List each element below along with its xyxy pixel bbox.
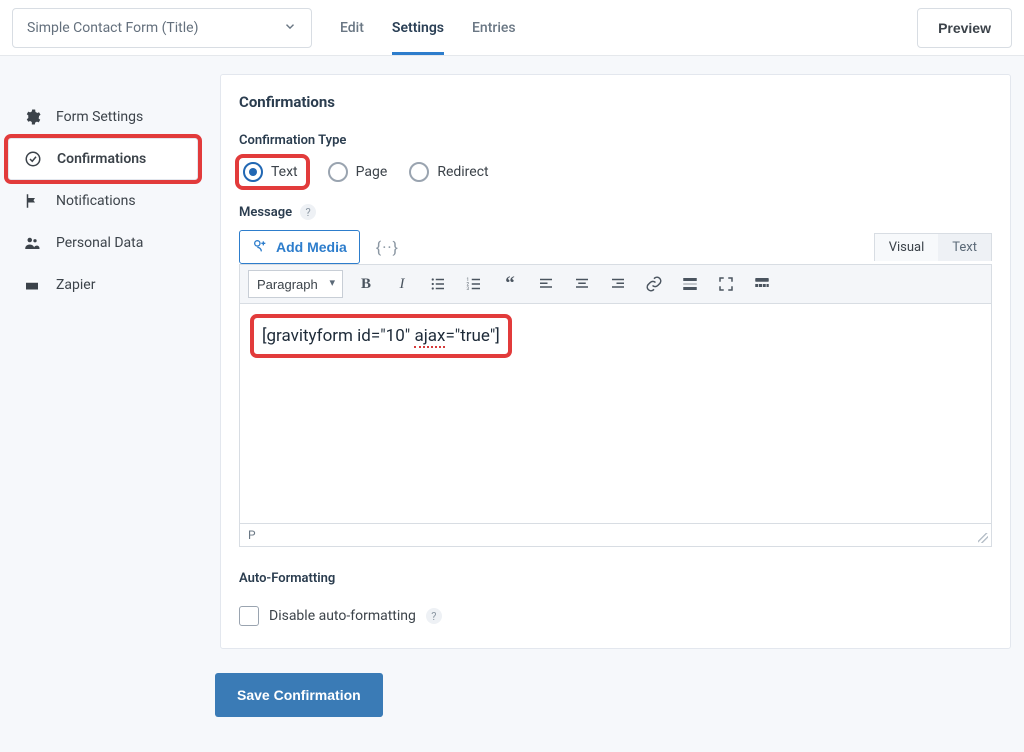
tab-settings[interactable]: Settings [392,0,444,55]
sidebar-item-form-settings[interactable]: Form Settings [8,96,198,138]
tab-edit[interactable]: Edit [340,0,364,55]
disable-autoformat-label: Disable auto-formatting [269,608,416,624]
help-icon[interactable]: ? [300,204,316,220]
bold-icon[interactable]: B [353,271,379,297]
people-icon [22,233,42,253]
save-confirmation-button[interactable]: Save Confirmation [215,673,383,717]
radio-label: Text [271,164,298,180]
confirmation-type-label: Confirmation Type [239,133,992,148]
editor-format-toolbar: Paragraph B I 123 “ [239,264,992,304]
sidebar-item-zapier[interactable]: Zapier [8,264,198,306]
radio-label: Page [356,164,388,180]
editor-mode-tabs: Visual Text [874,233,992,261]
bullet-list-icon[interactable] [425,271,451,297]
tab-entries[interactable]: Entries [472,0,516,55]
workspace: Form Settings Confirmations Notification… [0,56,1024,649]
disable-autoformat-checkbox[interactable] [239,606,259,626]
preview-button[interactable]: Preview [917,8,1012,48]
form-selector-label: Simple Contact Form (Title) [27,20,198,36]
blockquote-icon[interactable]: “ [497,271,523,297]
confirmations-panel: Confirmations Confirmation Type Text Pag… [220,74,1011,649]
sidebar-item-label: Notifications [56,193,136,209]
add-media-label: Add Media [276,239,347,255]
autoformat-heading: Auto-Formatting [239,571,992,586]
link-icon[interactable] [641,271,667,297]
align-right-icon[interactable] [605,271,631,297]
zapier-icon [22,275,42,295]
read-more-icon[interactable] [677,271,703,297]
radio-icon [409,162,429,182]
sidebar-item-label: Form Settings [56,109,143,125]
form-selector-dropdown[interactable]: Simple Contact Form (Title) [12,8,312,48]
panel-title: Confirmations [239,93,992,111]
editor-status-path: P [239,524,992,547]
sidebar-item-label: Confirmations [57,151,146,167]
flag-icon [22,191,42,211]
gear-icon [22,107,42,127]
nav-tabs: Edit Settings Entries [340,0,516,55]
media-icon [252,238,268,257]
confirmation-type-redirect[interactable]: Redirect [409,162,488,182]
editor-header: Add Media {··} Visual Text [239,230,992,264]
message-editor[interactable]: [gravityform id="10" ajax="true"] [239,304,992,524]
radio-icon [243,162,263,182]
help-icon[interactable]: ? [426,608,442,624]
numbered-list-icon[interactable]: 123 [461,271,487,297]
sidebar-item-notifications[interactable]: Notifications [8,180,198,222]
editor-mode-visual[interactable]: Visual [875,234,939,261]
chevron-down-icon [283,19,297,37]
sidebar-item-label: Personal Data [56,235,143,251]
editor-mode-text[interactable]: Text [938,234,991,261]
align-left-icon[interactable] [533,271,559,297]
svg-text:3: 3 [467,286,470,292]
sidebar-item-personal-data[interactable]: Personal Data [8,222,198,264]
add-media-button[interactable]: Add Media [239,230,360,264]
sidebar-item-label: Zapier [56,277,95,293]
confirmation-type-radios: Text Page Redirect [239,158,992,186]
radio-label: Redirect [437,164,488,180]
fullscreen-icon[interactable] [713,271,739,297]
confirmation-type-text[interactable]: Text [239,158,306,186]
message-label: Message [239,205,292,220]
topbar: Simple Contact Form (Title) Edit Setting… [0,0,1024,56]
sidebar-item-confirmations[interactable]: Confirmations [8,138,198,180]
italic-icon[interactable]: I [389,271,415,297]
align-center-icon[interactable] [569,271,595,297]
format-select[interactable]: Paragraph [248,270,343,298]
check-circle-icon [23,149,43,169]
radio-icon [328,162,348,182]
confirmation-type-page[interactable]: Page [328,162,388,182]
settings-sidebar: Form Settings Confirmations Notification… [8,74,198,649]
merge-tag-button[interactable]: {··} [372,238,403,257]
toolbar-toggle-icon[interactable] [749,271,775,297]
autoformat-row: Disable auto-formatting ? [239,606,992,626]
message-content: [gravityform id="10" ajax="true"] [254,318,508,354]
